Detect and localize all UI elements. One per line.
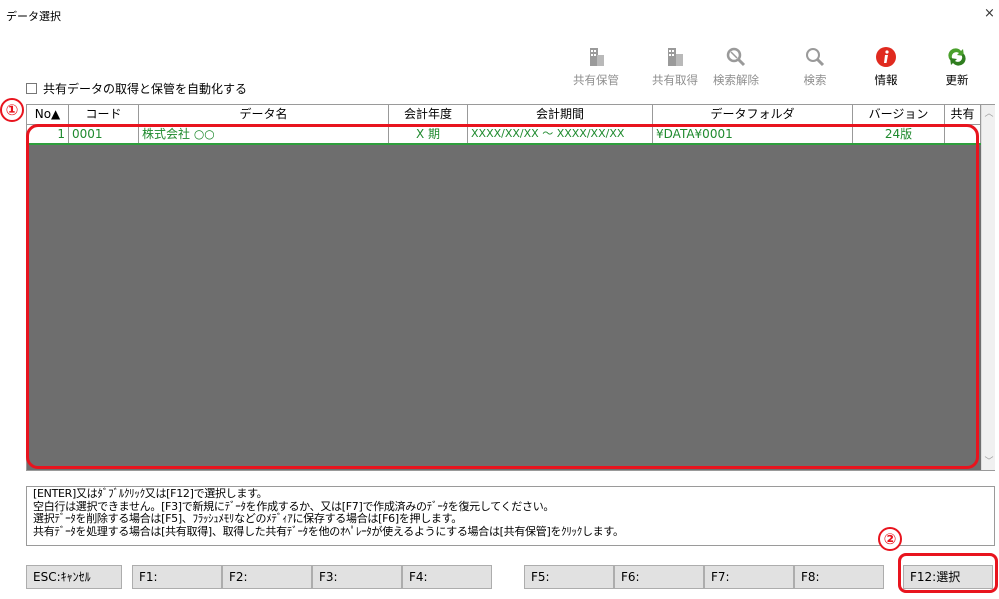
search-clear-label: 検索解除	[713, 73, 759, 87]
refresh-icon	[948, 48, 966, 66]
refresh-label: 更新	[945, 73, 969, 87]
vertical-scrollbar[interactable]: ︿ ﹀	[981, 105, 995, 470]
column-header-shared[interactable]: 共有	[945, 105, 981, 125]
search-icon	[806, 48, 825, 67]
info-icon	[876, 47, 896, 67]
f4-button[interactable]: F4:	[402, 565, 492, 589]
column-header-name[interactable]: データ名	[139, 105, 389, 125]
column-header-period[interactable]: 会計期間	[468, 105, 653, 125]
message-line: 共有ﾃﾞｰﾀを処理する場合は[共有取得]、取得した共有ﾃﾞｰﾀを他のｵﾍﾟﾚｰﾀ…	[33, 524, 624, 538]
column-header-no[interactable]: No▲	[27, 105, 69, 125]
title-bar: データ選択 ×	[0, 0, 999, 30]
column-header-folder[interactable]: データフォルダ	[653, 105, 853, 125]
callout-2: ②	[878, 527, 902, 551]
scroll-up-icon[interactable]: ︿	[984, 109, 994, 119]
share-store-button[interactable]: 共有保管	[566, 46, 626, 98]
share-get-icon	[668, 48, 683, 66]
search-label: 検索	[803, 73, 827, 87]
window-title: データ選択	[6, 10, 61, 23]
auto-share-checkbox[interactable]: 共有データの取得と保管を自動化する	[26, 80, 247, 97]
f2-button[interactable]: F2:	[222, 565, 312, 589]
esc-cancel-button[interactable]: ESC:ｷｬﾝｾﾙ	[26, 565, 122, 589]
info-button[interactable]: 情報	[856, 46, 916, 98]
message-area: [ENTER]又はﾀﾞﾌﾞﾙｸﾘｯｸ又は[F12]で選択します。 空白行は選択で…	[26, 486, 995, 546]
info-label: 情報	[874, 73, 898, 87]
column-header-version[interactable]: バージョン	[853, 105, 945, 125]
refresh-button[interactable]: 更新	[927, 46, 987, 98]
f8-button[interactable]: F8:	[794, 565, 884, 589]
search-button[interactable]: 検索	[785, 46, 845, 98]
column-header-year[interactable]: 会計年度	[389, 105, 468, 125]
scroll-down-icon[interactable]: ﹀	[984, 457, 994, 467]
close-icon[interactable]: ×	[984, 6, 995, 21]
search-clear-icon	[726, 47, 746, 67]
highlight-frame-grid	[26, 124, 979, 469]
f6-button[interactable]: F6:	[614, 565, 704, 589]
column-header-code[interactable]: コード	[69, 105, 139, 125]
share-get-button[interactable]: 共有取得	[645, 46, 705, 98]
search-clear-button[interactable]: 検索解除	[706, 46, 766, 98]
message-line: 選択ﾃﾞｰﾀを削除する場合は[F5]、ﾌﾗｯｼｭﾒﾓﾘなどのﾒﾃﾞｨｱに保存する…	[33, 512, 462, 525]
checkbox-box[interactable]	[26, 83, 37, 94]
share-get-label: 共有取得	[652, 73, 698, 87]
highlight-frame-f12	[898, 553, 998, 593]
share-store-icon	[590, 48, 604, 66]
message-line: [ENTER]又はﾀﾞﾌﾞﾙｸﾘｯｸ又は[F12]で選択します。	[33, 487, 268, 500]
f3-button[interactable]: F3:	[312, 565, 402, 589]
grid-header: No▲ コード データ名 会計年度 会計期間 データフォルダ バージョン 共有	[27, 105, 981, 125]
callout-1: ①	[0, 98, 24, 122]
share-store-label: 共有保管	[573, 73, 619, 87]
f7-button[interactable]: F7:	[704, 565, 794, 589]
f1-button[interactable]: F1:	[132, 565, 222, 589]
auto-share-label: 共有データの取得と保管を自動化する	[43, 82, 248, 96]
f5-button[interactable]: F5:	[524, 565, 614, 589]
